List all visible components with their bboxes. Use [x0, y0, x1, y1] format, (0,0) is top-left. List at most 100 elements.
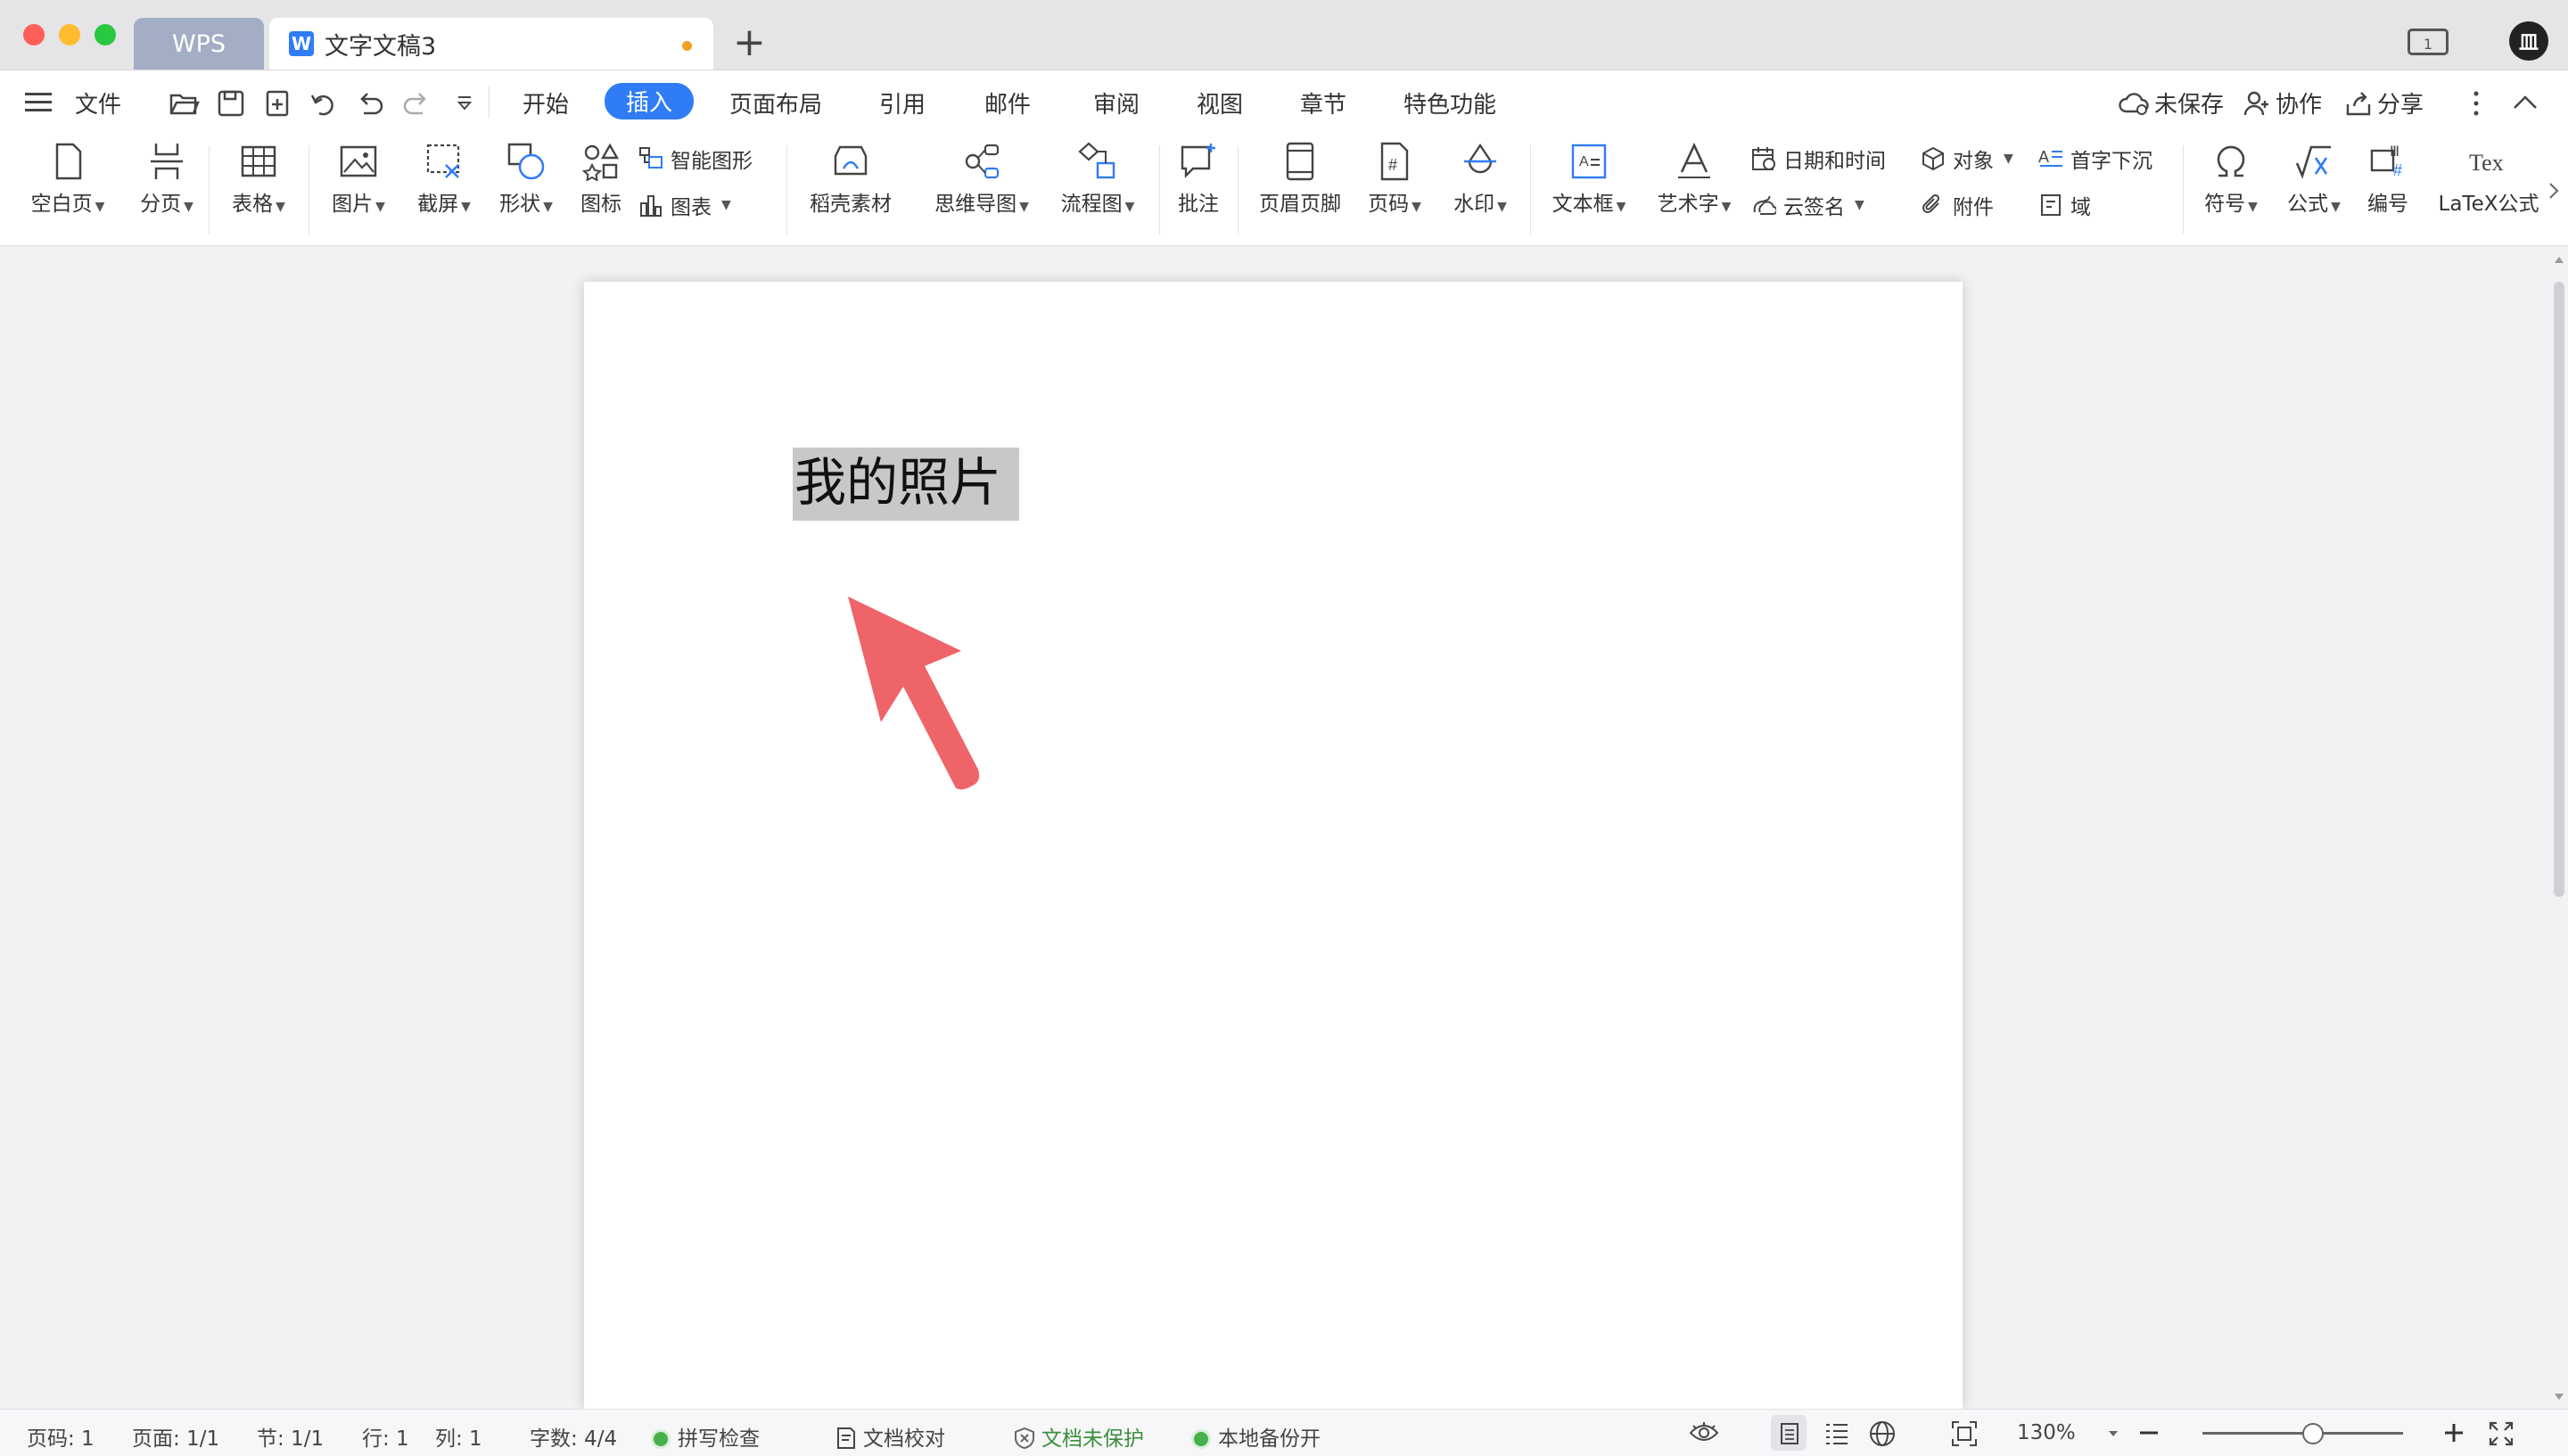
mindmap-button[interactable]: 思维导图 ▼: [926, 142, 1038, 217]
tab-start[interactable]: 开始: [523, 86, 569, 119]
table-button[interactable]: 表格 ▼: [225, 142, 292, 217]
menu-file[interactable]: 文件: [75, 86, 121, 119]
proofread-button[interactable]: 文档校对: [835, 1421, 945, 1452]
tab-page-layout[interactable]: 页面布局: [729, 86, 822, 119]
comment-button[interactable]: 批注: [1173, 142, 1223, 217]
open-folder-icon[interactable]: [169, 90, 200, 117]
tab-wps-home[interactable]: WPS: [134, 18, 264, 70]
cloud-sign-button[interactable]: 云签名 ▼: [1751, 190, 1864, 220]
status-section[interactable]: 节: 1/1: [257, 1421, 324, 1452]
page-number-button[interactable]: # 页码 ▼: [1361, 142, 1428, 217]
eye-protection-icon[interactable]: [1689, 1420, 1719, 1445]
comment-add-icon: [1181, 144, 1215, 178]
window-layout-icon[interactable]: 1: [2408, 29, 2449, 55]
document-canvas[interactable]: 我的照片: [0, 246, 2550, 1409]
close-window-button[interactable]: [23, 24, 45, 45]
redo-icon[interactable]: [403, 90, 430, 117]
ribbon-scroll-right-icon[interactable]: [2547, 181, 2561, 201]
latex-formula-button[interactable]: Tex LaTeX公式: [2434, 142, 2543, 217]
hamburger-menu-icon[interactable]: [25, 90, 52, 115]
svg-text:A: A: [2038, 148, 2049, 166]
object-button[interactable]: 对象 ▼: [1921, 144, 2013, 174]
minimize-window-button[interactable]: [59, 24, 80, 45]
undo-icon[interactable]: [310, 90, 337, 117]
zoom-slider-thumb[interactable]: [2302, 1423, 2324, 1444]
page-number-icon: #: [1380, 142, 1409, 181]
zoom-window-button[interactable]: [95, 24, 116, 45]
spell-check-button[interactable]: 拼写检查: [651, 1421, 760, 1452]
status-pages[interactable]: 页面: 1/1: [132, 1421, 219, 1452]
tab-special-features[interactable]: 特色功能: [1403, 86, 1496, 119]
vertical-scrollbar[interactable]: [2550, 246, 2568, 1409]
tab-chapter[interactable]: 章节: [1300, 86, 1346, 119]
collapse-ribbon-icon[interactable]: [2513, 94, 2538, 111]
field-label: 域: [2070, 196, 2091, 219]
unsaved-indicator: [682, 41, 692, 51]
svg-text:A: A: [1579, 154, 1589, 169]
attachment-button[interactable]: 附件: [1921, 190, 1994, 220]
protection-label: 文档未保护: [1041, 1427, 1144, 1451]
watermark-button[interactable]: 水印 ▼: [1444, 142, 1516, 217]
zoom-out-icon[interactable]: [2138, 1424, 2160, 1442]
date-time-button[interactable]: 日期和时间: [1751, 144, 1886, 174]
outline-view-icon[interactable]: [1824, 1422, 1849, 1445]
zoom-dropdown-icon[interactable]: [2108, 1429, 2119, 1438]
zoom-in-icon[interactable]: [2443, 1422, 2465, 1444]
shape-label: 形状: [499, 193, 541, 216]
chart-label: 图表: [671, 196, 712, 219]
local-backup-button[interactable]: 本地备份开: [1191, 1421, 1321, 1452]
tab-document[interactable]: W 文字文稿3: [269, 18, 713, 70]
blank-page-button[interactable]: 空白页 ▼: [23, 142, 112, 217]
status-word-count[interactable]: 字数: 4/4: [530, 1421, 617, 1452]
smart-graphic-button[interactable]: 智能图形: [638, 144, 753, 174]
field-button[interactable]: 域: [2038, 190, 2091, 220]
scrollbar-thumb[interactable]: [2554, 282, 2564, 897]
formula-button[interactable]: 公式 ▼: [2281, 142, 2347, 217]
drop-cap-button[interactable]: A 首字下沉: [2038, 144, 2152, 174]
status-page-number[interactable]: 页码: 1: [27, 1421, 95, 1452]
screenshot-button[interactable]: 截屏 ▼: [410, 142, 478, 217]
undo-step-icon[interactable]: [357, 90, 383, 117]
tab-references[interactable]: 引用: [879, 86, 926, 119]
material-label: 稻壳素材: [810, 193, 892, 216]
fit-page-icon[interactable]: [1951, 1420, 1978, 1447]
new-tab-button[interactable]: +: [733, 20, 766, 66]
quick-access-dropdown-icon[interactable]: [457, 95, 473, 111]
tab-mail[interactable]: 邮件: [984, 86, 1031, 119]
more-options-icon[interactable]: [2472, 90, 2481, 117]
chevron-down-icon: ▼: [1721, 200, 1732, 214]
fullscreen-icon[interactable]: [2488, 1420, 2514, 1447]
textbox-button[interactable]: A 文本框 ▼: [1546, 142, 1632, 217]
scroll-up-icon[interactable]: [2554, 255, 2564, 264]
symbol-label: 符号: [2204, 193, 2246, 216]
picture-button[interactable]: 图片 ▼: [326, 142, 391, 217]
mindmap-icon: [965, 144, 1000, 179]
page-break-button[interactable]: 分页 ▼: [127, 142, 207, 217]
zoom-level[interactable]: 130%: [2017, 1421, 2076, 1444]
numbering-button[interactable]: Ⅲ # 编号: [2361, 142, 2415, 217]
collaborate-button[interactable]: 协作: [2243, 86, 2322, 119]
document-protection-button[interactable]: 文档未保护: [1013, 1421, 1144, 1452]
tab-insert[interactable]: 插入: [605, 83, 695, 119]
tab-review[interactable]: 审阅: [1093, 86, 1140, 119]
header-footer-button[interactable]: 页眉页脚: [1254, 142, 1346, 217]
web-view-icon[interactable]: [1869, 1420, 1896, 1447]
menu-bar: 文件 开始 插入 页面布局 引用 邮件 审阅 视图 章节 特色功能 未保存 协作…: [0, 70, 2568, 135]
export-icon[interactable]: [264, 90, 291, 117]
chart-button[interactable]: 图表 ▼: [638, 190, 731, 220]
icon-library-button[interactable]: 图标: [574, 142, 628, 217]
unsaved-button[interactable]: 未保存: [2119, 86, 2224, 119]
document-page[interactable]: 我的照片: [584, 282, 1963, 1409]
flowchart-button[interactable]: 流程图 ▼: [1052, 142, 1143, 217]
scroll-down-icon[interactable]: [2554, 1393, 2564, 1402]
material-button[interactable]: 稻壳素材: [804, 142, 897, 217]
share-button[interactable]: 分享: [2345, 86, 2424, 119]
symbol-button[interactable]: 符号 ▼: [2197, 142, 2265, 217]
shape-button[interactable]: 形状 ▼: [492, 142, 560, 217]
page-view-button[interactable]: [1771, 1415, 1807, 1451]
save-icon[interactable]: [218, 90, 244, 117]
blank-page-label: 空白页: [30, 193, 93, 216]
wordart-button[interactable]: 艺术字 ▼: [1651, 142, 1737, 217]
avatar[interactable]: 皿: [2509, 21, 2548, 61]
tab-view[interactable]: 视图: [1197, 86, 1243, 119]
